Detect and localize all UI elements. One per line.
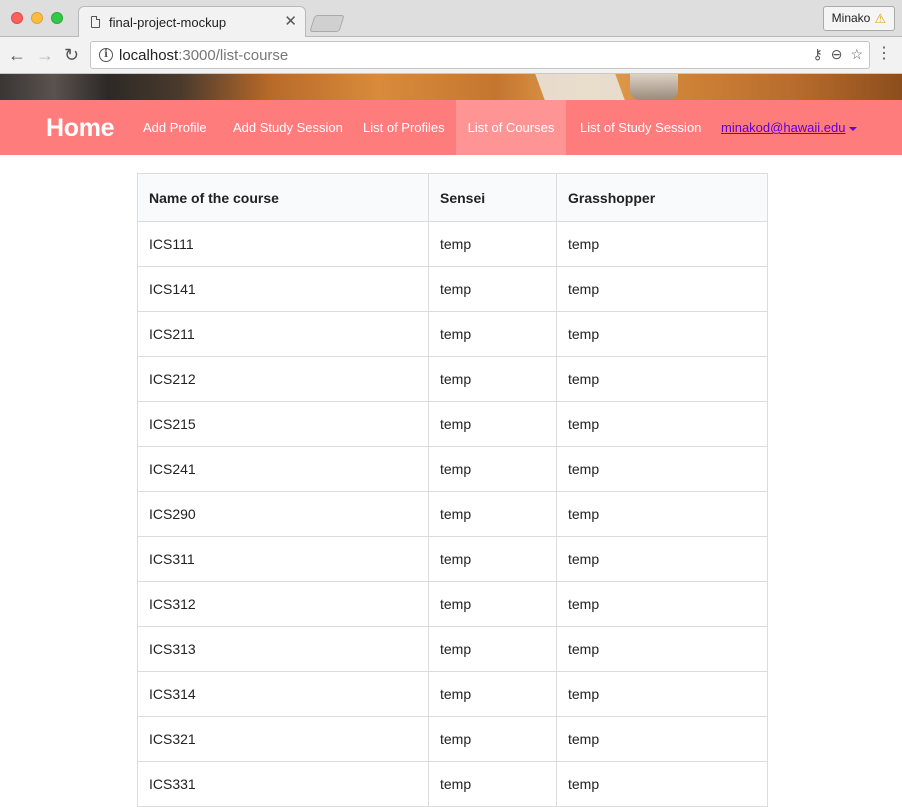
address-bar[interactable]: i localhost:3000/list-course ⚷ ⊖ ☆ (90, 41, 870, 69)
url-path: :3000/list-course (178, 47, 289, 64)
sensei-cell: temp (428, 761, 557, 807)
grasshopper-cell: temp (556, 401, 768, 447)
close-window-button[interactable] (11, 12, 23, 24)
warning-icon: ⚠ (874, 11, 886, 26)
app-navbar: Home Add Profile Add Study Session List … (0, 100, 902, 155)
nav-list-of-study-session[interactable]: List of Study Session (566, 100, 715, 155)
nav-add-profile[interactable]: Add Profile (129, 100, 221, 155)
document-icon (91, 16, 100, 28)
sensei-cell: temp (428, 221, 557, 267)
course-name-cell: ICS141 (137, 266, 429, 312)
sensei-cell: temp (428, 716, 557, 762)
sensei-cell: temp (428, 671, 557, 717)
nav-list-of-courses[interactable]: List of Courses (456, 100, 566, 155)
hero-image (0, 74, 902, 100)
hero-glass-shape (630, 74, 678, 100)
grasshopper-cell: temp (556, 536, 768, 582)
course-name-cell: ICS314 (137, 671, 429, 717)
course-name-cell: ICS313 (137, 626, 429, 672)
course-name-cell: ICS111 (137, 221, 429, 267)
url-host: localhost (119, 47, 179, 64)
profile-button[interactable]: Minako ⚠ (822, 6, 895, 31)
table-body: ICS111 temp temp ICS141 temp temp ICS211 temp te… (137, 221, 768, 807)
column-header-sensei: Sensei (428, 173, 557, 222)
info-icon[interactable]: i (99, 48, 113, 62)
grasshopper-cell: temp (556, 761, 768, 807)
course-name-cell: ICS331 (137, 761, 429, 807)
browser-tab[interactable]: final-project-mockup ✕ (78, 6, 306, 38)
table-row: ICS321 temp temp (137, 716, 768, 762)
new-tab-button[interactable] (309, 15, 345, 32)
table-row: ICS331 temp temp (137, 761, 768, 807)
key-icon[interactable]: ⚷ (812, 46, 822, 63)
caret-down-icon (848, 126, 857, 131)
nav-add-study-session[interactable]: Add Study Session (219, 100, 357, 155)
sensei-cell: temp (428, 356, 557, 402)
sensei-cell: temp (428, 401, 557, 447)
sensei-cell: temp (428, 266, 557, 312)
grasshopper-cell: temp (556, 446, 768, 492)
courses-table-container: Name of the course Sensei Grasshopper IC… (137, 173, 768, 807)
browser-toolbar: ← → ↻ i localhost:3000/list-course ⚷ ⊖ ☆… (0, 37, 902, 74)
zoom-icon[interactable]: ⊖ (831, 46, 843, 63)
grasshopper-cell: temp (556, 626, 768, 672)
table-header-row: Name of the course Sensei Grasshopper (137, 173, 768, 222)
forward-arrow-icon[interactable]: → (36, 44, 54, 66)
course-name-cell: ICS311 (137, 536, 429, 582)
table-row: ICS141 temp temp (137, 266, 768, 312)
tab-title: final-project-mockup (109, 15, 227, 30)
table-row: ICS215 temp temp (137, 401, 768, 447)
table-row: ICS241 temp temp (137, 446, 768, 492)
column-header-course: Name of the course (137, 173, 429, 222)
table-row: ICS111 temp temp (137, 221, 768, 267)
user-email: minakod@hawaii.edu (721, 120, 846, 135)
grasshopper-cell: temp (556, 221, 768, 267)
sensei-cell: temp (428, 626, 557, 672)
back-arrow-icon[interactable]: ← (8, 44, 26, 66)
course-name-cell: ICS212 (137, 356, 429, 402)
sensei-cell: temp (428, 536, 557, 582)
star-bookmark-icon[interactable]: ☆ (850, 46, 863, 63)
grasshopper-cell: temp (556, 491, 768, 537)
grasshopper-cell: temp (556, 581, 768, 627)
table-row: ICS311 temp temp (137, 536, 768, 582)
sensei-cell: temp (428, 491, 557, 537)
course-name-cell: ICS321 (137, 716, 429, 762)
minimize-window-button[interactable] (31, 12, 43, 24)
grasshopper-cell: temp (556, 356, 768, 402)
course-name-cell: ICS290 (137, 491, 429, 537)
grasshopper-cell: temp (556, 311, 768, 357)
course-name-cell: ICS312 (137, 581, 429, 627)
grasshopper-cell: temp (556, 266, 768, 312)
home-link[interactable]: Home (46, 114, 115, 143)
browser-menu-icon[interactable]: ⋮ (876, 45, 892, 63)
browser-tab-bar: final-project-mockup ✕ Minako ⚠ (0, 0, 902, 38)
table-row: ICS312 temp temp (137, 581, 768, 627)
reload-icon[interactable]: ↻ (64, 44, 79, 66)
grasshopper-cell: temp (556, 671, 768, 717)
hero-paper-shape (535, 74, 625, 100)
table-row: ICS211 temp temp (137, 311, 768, 357)
tab-close-icon[interactable]: ✕ (284, 12, 297, 32)
sensei-cell: temp (428, 311, 557, 357)
table-row: ICS212 temp temp (137, 356, 768, 402)
nav-list-of-profiles[interactable]: List of Profiles (349, 100, 459, 155)
table-row: ICS314 temp temp (137, 671, 768, 717)
maximize-window-button[interactable] (51, 12, 63, 24)
user-dropdown[interactable]: minakod@hawaii.edu (721, 100, 857, 155)
course-name-cell: ICS241 (137, 446, 429, 492)
table-row: ICS313 temp temp (137, 626, 768, 672)
course-name-cell: ICS215 (137, 401, 429, 447)
url-text: localhost:3000/list-course (119, 47, 288, 64)
courses-table: Name of the course Sensei Grasshopper IC… (137, 173, 768, 807)
sensei-cell: temp (428, 446, 557, 492)
profile-name: Minako (831, 11, 871, 25)
table-row: ICS290 temp temp (137, 491, 768, 537)
sensei-cell: temp (428, 581, 557, 627)
course-name-cell: ICS211 (137, 311, 429, 357)
grasshopper-cell: temp (556, 716, 768, 762)
column-header-grasshopper: Grasshopper (556, 173, 768, 222)
